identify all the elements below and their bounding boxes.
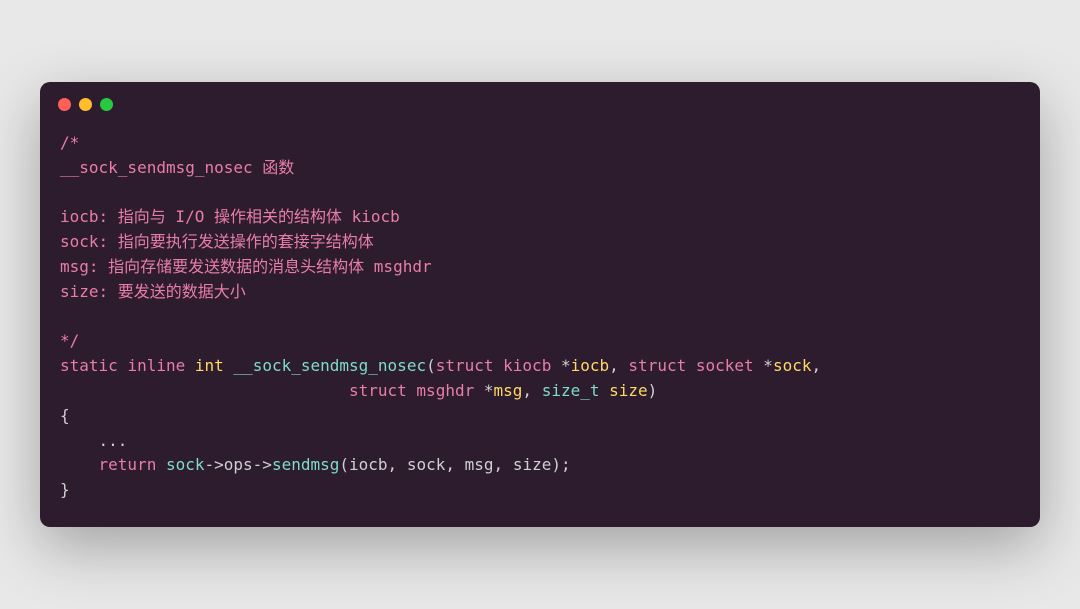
semi: ; — [561, 455, 571, 474]
type-sizet: size_t — [542, 381, 600, 400]
type-kiocb: kiocb — [503, 356, 551, 375]
code-block: /* __sock_sendmsg_nosec 函数 iocb: 指向与 I/O… — [40, 119, 1040, 527]
param-sock: sock — [773, 356, 812, 375]
method-sendmsg: sendmsg — [272, 455, 339, 474]
indent-return — [60, 455, 99, 474]
kw-return: return — [99, 455, 157, 474]
comment-size: size: 要发送的数据大小 — [60, 282, 246, 301]
arg-sock: sock — [407, 455, 446, 474]
comma6: , — [494, 455, 504, 474]
star3: * — [484, 381, 494, 400]
arg-iocb: iocb — [349, 455, 388, 474]
comma2: , — [811, 356, 821, 375]
paren-open2: ( — [339, 455, 349, 474]
comment-close: */ — [60, 331, 79, 350]
brace-open: { — [60, 406, 70, 425]
comma3: , — [522, 381, 532, 400]
star1: * — [561, 356, 571, 375]
minimize-icon[interactable] — [79, 98, 92, 111]
func-name: __sock_sendmsg_nosec — [233, 356, 426, 375]
indent-line2 — [60, 381, 349, 400]
paren-open: ( — [426, 356, 436, 375]
comment-open: /* — [60, 133, 79, 152]
param-iocb: iocb — [571, 356, 610, 375]
paren-close2: ) — [551, 455, 561, 474]
comma4: , — [388, 455, 398, 474]
id-ops: ops — [224, 455, 253, 474]
arg-msg: msg — [465, 455, 494, 474]
close-icon[interactable] — [58, 98, 71, 111]
kw-struct1: struct — [436, 356, 494, 375]
arg-size: size — [513, 455, 552, 474]
kw-struct2: struct — [628, 356, 686, 375]
id-sock: sock — [166, 455, 205, 474]
kw-int: int — [195, 356, 224, 375]
ellipsis: ... — [60, 431, 127, 450]
star2: * — [763, 356, 773, 375]
code-window: /* __sock_sendmsg_nosec 函数 iocb: 指向与 I/O… — [40, 82, 1040, 527]
brace-close: } — [60, 480, 70, 499]
comment-msg: msg: 指向存储要发送数据的消息头结构体 msghdr — [60, 257, 432, 276]
comma1: , — [609, 356, 619, 375]
param-msg: msg — [494, 381, 523, 400]
type-msghdr: msghdr — [416, 381, 474, 400]
arrow2: -> — [253, 455, 272, 474]
comment-iocb: iocb: 指向与 I/O 操作相关的结构体 kiocb — [60, 207, 400, 226]
kw-struct3: struct — [349, 381, 407, 400]
param-size: size — [609, 381, 648, 400]
paren-close: ) — [648, 381, 658, 400]
kw-static: static — [60, 356, 118, 375]
maximize-icon[interactable] — [100, 98, 113, 111]
comma5: , — [445, 455, 455, 474]
window-titlebar — [40, 82, 1040, 119]
comment-sock: sock: 指向要执行发送操作的套接字结构体 — [60, 232, 374, 251]
kw-inline: inline — [127, 356, 185, 375]
type-socket: socket — [696, 356, 754, 375]
comment-line1: __sock_sendmsg_nosec 函数 — [60, 158, 294, 177]
arrow1: -> — [205, 455, 224, 474]
